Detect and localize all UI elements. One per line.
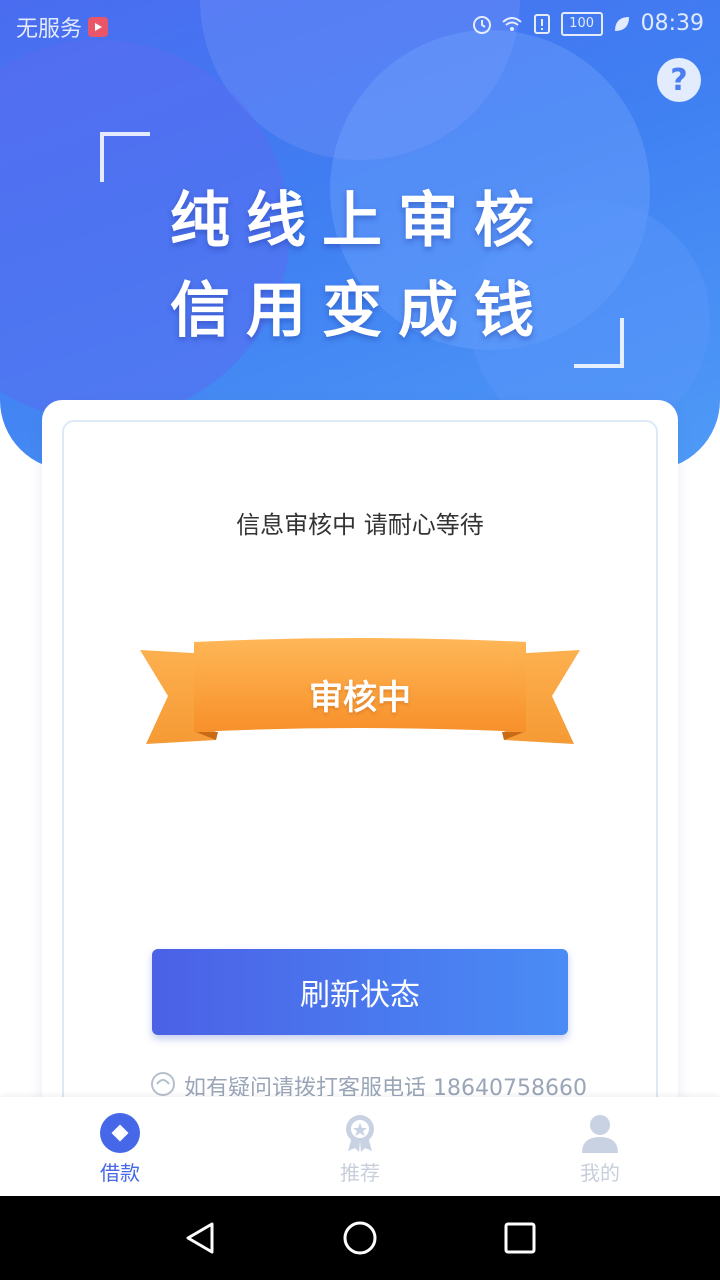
user-icon (582, 1115, 618, 1153)
customer-service-line[interactable]: 如有疑问请拨打客服电话 18640758660 (150, 1070, 590, 1096)
contact-text: 如有疑问请拨打客服电话 18640758660 (184, 1076, 587, 1096)
tab-loan-label: 借款 (100, 1161, 140, 1185)
badge-icon (346, 1115, 374, 1152)
phone-icon (151, 1072, 175, 1096)
hero-slogan-line2: 信用变成钱 (170, 276, 550, 346)
system-nav-bar (0, 1196, 720, 1280)
ribbon-status-label: 审核中 (309, 678, 411, 718)
carrier-text: 无服务 (16, 17, 83, 42)
status-bar: 无服务 100 08:39 (0, 0, 720, 50)
sim-alert-icon (533, 13, 550, 34)
battery-indicator: 100 (560, 11, 603, 36)
leaf-icon (614, 16, 629, 31)
alarm-icon (472, 15, 491, 34)
hero-slogan-line1: 纯线上审核 (170, 186, 550, 256)
video-app-icon (88, 17, 109, 37)
recent-square-icon[interactable] (500, 1218, 540, 1258)
back-triangle-icon[interactable] (180, 1218, 220, 1258)
diamond-circle-icon (100, 1113, 140, 1153)
status-right: 100 08:39 (471, 11, 704, 36)
bottom-tab-bar: 借款 推荐 我的 (0, 1097, 720, 1197)
tab-loan[interactable]: 借款 (0, 1097, 240, 1197)
refresh-status-button[interactable]: 刷新状态 (152, 949, 568, 1035)
home-circle-icon[interactable] (340, 1218, 380, 1258)
tab-mine-label: 我的 (580, 1161, 620, 1185)
status-left: 无服务 (16, 11, 109, 43)
tab-recommend-label: 推荐 (340, 1161, 380, 1185)
tab-mine[interactable]: 我的 (480, 1097, 720, 1197)
tab-recommend[interactable]: 推荐 (240, 1097, 480, 1197)
wifi-icon (501, 16, 522, 31)
review-info-text: 信息审核中 请耐心等待 (236, 511, 484, 539)
screen: 纯线上审核 信用变成钱 无服务 100 08:39 ? 信息审核中 请耐心等待 … (0, 0, 720, 1280)
clock-text: 08:39 (640, 11, 704, 36)
help-button[interactable]: ? (657, 58, 701, 102)
